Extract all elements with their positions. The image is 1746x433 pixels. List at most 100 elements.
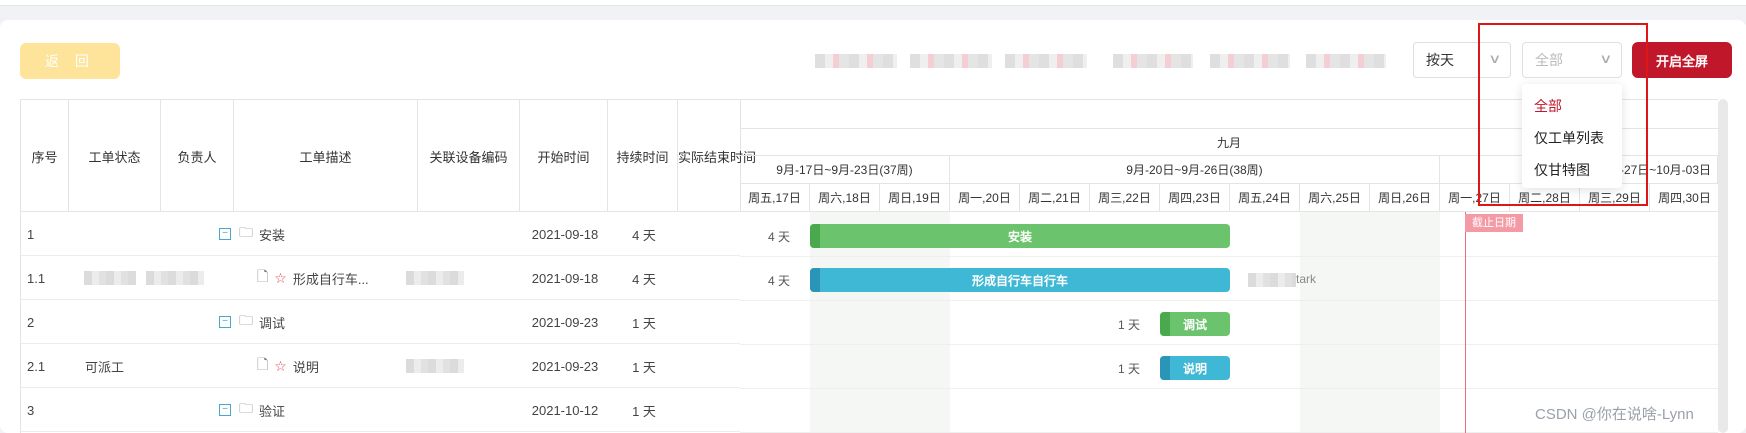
star-icon[interactable]: ☆ (274, 358, 287, 375)
gantt-day-header: 周日,26日 (1370, 184, 1440, 212)
gantt-day-header: 周四,30日 (1650, 184, 1718, 212)
row-desc-text: 安装 (259, 227, 286, 243)
row-duration: 4 天 (632, 227, 656, 243)
blurred-info-2 (910, 54, 992, 68)
deadline-tag: 截止日期 (1465, 214, 1523, 232)
view-mode-select[interactable]: 按天 ∨ (1413, 42, 1511, 78)
row-index: 2.1 (27, 358, 46, 374)
deadline-line (1465, 212, 1466, 433)
folder-icon: 🗀 (239, 400, 253, 416)
row-index: 3 (27, 402, 35, 418)
back-button[interactable]: 返 回 (20, 43, 120, 79)
gantt-bar-debug[interactable]: 调试 (1160, 312, 1230, 336)
gantt-bar-note[interactable]: 说明 (1160, 356, 1230, 380)
row-desc-text: 验证 (259, 403, 286, 419)
col-header-owner: 负责人 (161, 100, 234, 212)
filter-select[interactable]: 全部 ∨ (1522, 42, 1622, 78)
file-icon: 🗋 (257, 268, 269, 284)
row-index: 2 (27, 314, 35, 330)
gantt-day-header: 周五,17日 (740, 184, 810, 212)
bar-trailing-text: tark (1296, 272, 1317, 286)
row-duration: 1 天 (632, 403, 656, 419)
blurred-info-5 (1210, 54, 1290, 68)
filter-option-all[interactable]: 全部 (1522, 90, 1622, 122)
row-start: 2021-09-23 (531, 358, 599, 374)
top-strip (0, 0, 1746, 6)
filter-option-gantt-only[interactable]: 仅甘特图 (1522, 154, 1622, 186)
star-icon[interactable]: ☆ (274, 270, 287, 287)
row-desc: 🗋 ☆ 说明 (257, 344, 319, 388)
row-duration: 4 天 (632, 271, 656, 287)
folder-icon: 🗀 (239, 312, 253, 328)
bar-label: 说明 (1182, 361, 1207, 376)
blurred-status (84, 271, 136, 285)
collapse-icon[interactable]: − (219, 316, 231, 328)
table-row[interactable]: 1 − 🗀 安装 2021-09-18 4 天 (21, 212, 740, 256)
gantt-day-header: 周日,19日 (880, 184, 950, 212)
row-index: 1 (27, 226, 35, 242)
bar-lead (810, 268, 820, 292)
workorder-table: 序号 工单状态 负责人 工单描述 关联设备编码 开始时间 持续时间 实际结束时间… (20, 99, 756, 433)
row-desc-text: 形成自行车... (292, 271, 369, 287)
row-desc: − 🗀 调试 (219, 300, 285, 344)
gantt-day-header: 周一,20日 (950, 184, 1020, 212)
fullscreen-button[interactable]: 开启全屏 (1632, 42, 1732, 78)
blurred-owner (146, 271, 204, 285)
folder-icon: 🗀 (239, 224, 253, 240)
row-desc: − 🗀 安装 (219, 212, 285, 256)
row-index: 1.1 (27, 270, 46, 286)
bar-lead (1160, 312, 1170, 336)
gantt-day-header: 周三,22日 (1090, 184, 1160, 212)
row-start: 2021-09-18 (531, 226, 599, 242)
col-header-start: 开始时间 (520, 100, 608, 212)
col-header-device: 关联设备编码 (418, 100, 520, 212)
vertical-scrollbar[interactable] (1718, 99, 1728, 433)
gantt-bar-install[interactable]: 安装 (810, 224, 1230, 248)
blurred-assignee (1248, 273, 1296, 287)
blurred-device (406, 359, 464, 373)
table-row[interactable]: 2.1 可派工 🗋 ☆ 说明 2021-09-23 1 天 (21, 344, 740, 388)
gantt-day-header: 周一,27日 (1440, 184, 1510, 212)
collapse-icon[interactable]: − (219, 404, 231, 416)
collapse-icon[interactable]: − (219, 228, 231, 240)
blurred-info-1 (815, 54, 897, 68)
gantt-bar-form-bicycle[interactable]: 形成自行车自行车 (810, 268, 1230, 292)
row-start: 2021-10-12 (531, 402, 599, 418)
col-header-desc: 工单描述 (234, 100, 418, 212)
table-row[interactable]: 3 − 🗀 验证 2021-10-12 1 天 (21, 388, 740, 432)
row-status: 可派工 (85, 359, 125, 375)
bar-label: 形成自行车自行车 (971, 273, 1068, 288)
bar-duration-label: 4 天 (768, 274, 791, 288)
chevron-down-icon: ∨ (1488, 51, 1502, 66)
view-mode-value: 按天 (1426, 52, 1454, 68)
gantt-row-line (740, 344, 1718, 345)
gantt-day-header: 周二,28日 (1510, 184, 1580, 212)
table-header: 序号 工单状态 负责人 工单描述 关联设备编码 开始时间 持续时间 实际结束时间 (21, 100, 756, 212)
bar-label: 安装 (1007, 229, 1032, 244)
col-header-index: 序号 (21, 100, 69, 212)
gantt-day-header: 周四,23日 (1160, 184, 1230, 212)
blurred-info-3 (1005, 54, 1087, 68)
gantt-day-header: 周三,29日 (1580, 184, 1650, 212)
gantt-week-header: 9月-17日~9月-23日(37周) (740, 156, 950, 184)
weekend-column (1370, 212, 1440, 433)
table-row[interactable]: 1.1 🗋 ☆ 形成自行车... 2021-09-18 4 天 (21, 256, 740, 300)
bar-duration-label: 1 天 (1118, 318, 1141, 332)
row-duration: 1 天 (632, 315, 656, 331)
gantt-row-line (740, 300, 1718, 301)
gantt-day-header: 周五,24日 (1230, 184, 1300, 212)
filter-option-list-only[interactable]: 仅工单列表 (1522, 122, 1622, 154)
weekend-column (1300, 212, 1370, 433)
bar-label: 调试 (1182, 317, 1207, 332)
col-header-duration: 持续时间 (608, 100, 678, 212)
blurred-info-6 (1306, 54, 1386, 68)
row-start: 2021-09-18 (531, 270, 599, 286)
table-row[interactable]: 2 − 🗀 调试 2021-09-23 1 天 (21, 300, 740, 344)
gantt-row-line (740, 256, 1718, 257)
watermark: CSDN @你在说啥-Lynn (1535, 406, 1694, 423)
filter-placeholder: 全部 (1535, 52, 1563, 68)
bar-lead (810, 224, 820, 248)
row-start: 2021-09-23 (531, 314, 599, 330)
gantt-day-header: 周六,18日 (810, 184, 880, 212)
filter-dropdown: 全部 仅工单列表 仅甘特图 (1522, 84, 1622, 188)
